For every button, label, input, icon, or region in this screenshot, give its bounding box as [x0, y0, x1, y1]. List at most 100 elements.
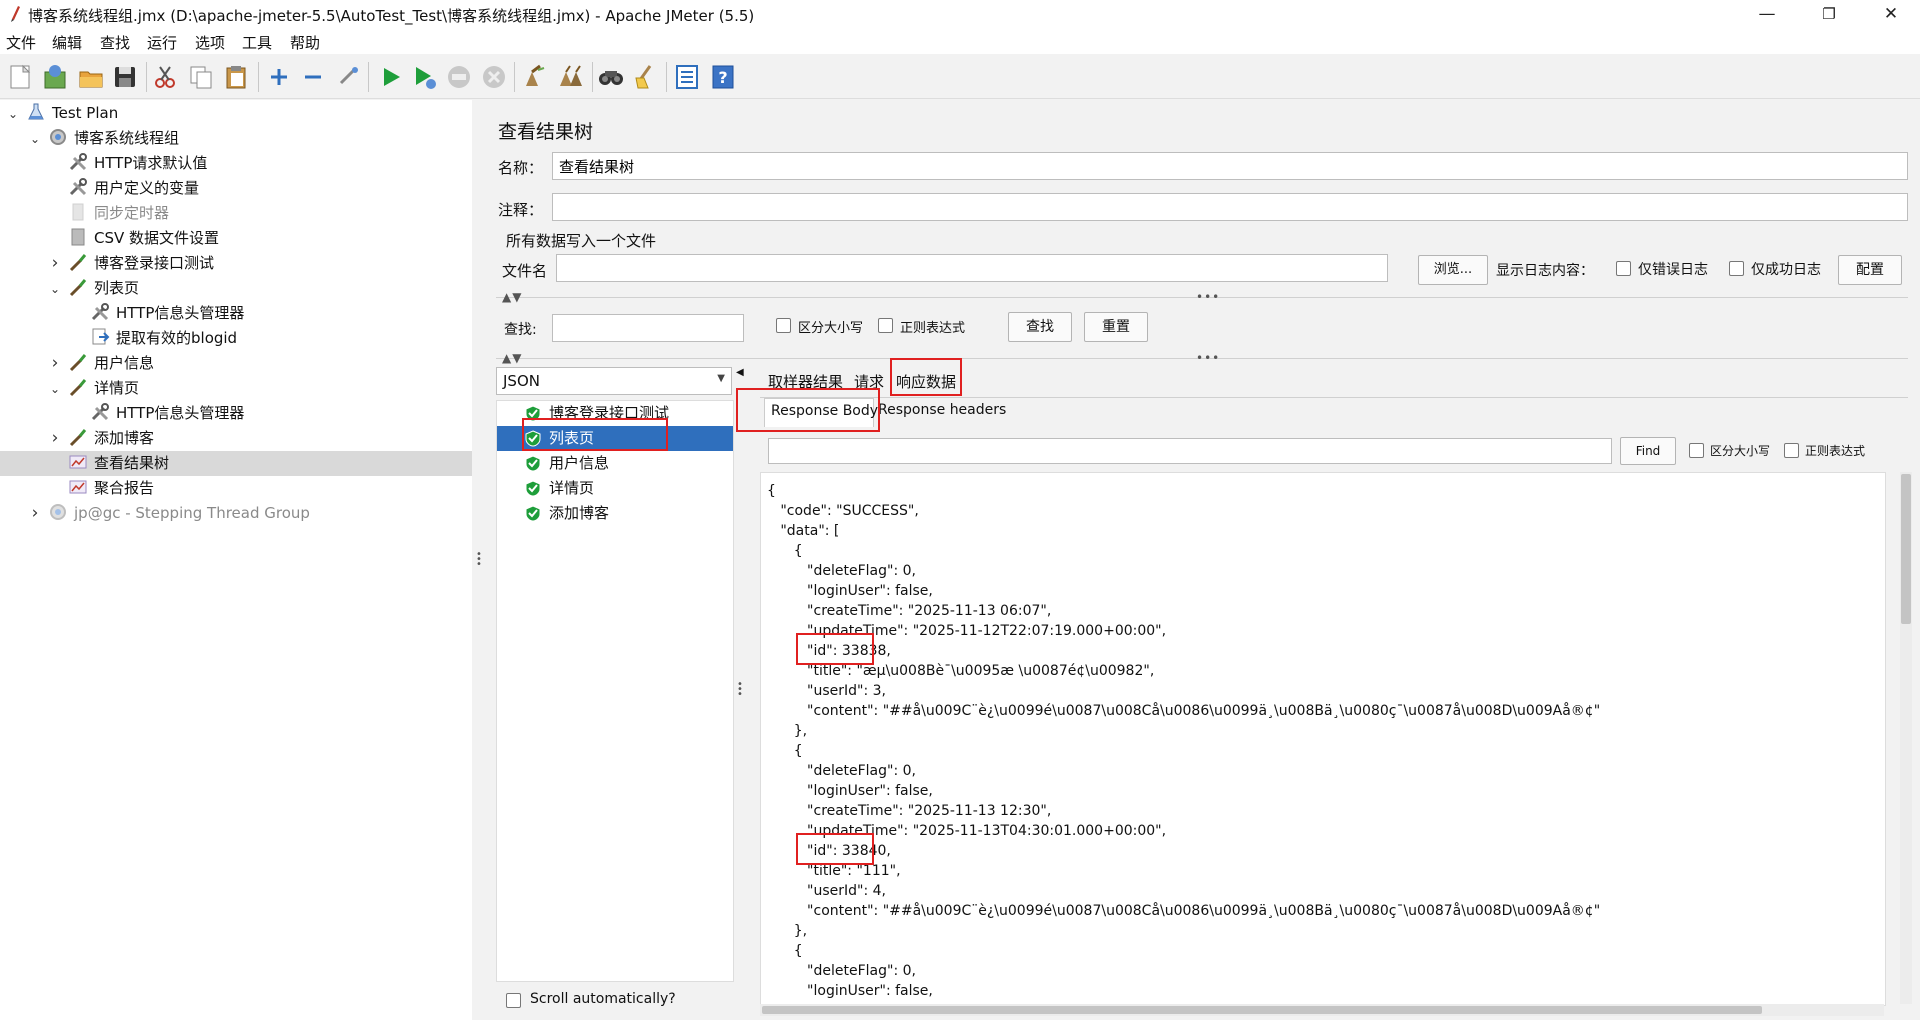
tree-node[interactable]: › 用户信息 [0, 351, 472, 376]
tree-node[interactable]: HTTP请求默认值 [0, 151, 472, 176]
chevron-right-icon[interactable]: › [48, 351, 62, 376]
tree-node-label: 博客登录接口测试 [94, 254, 215, 272]
tab-sampler-result[interactable]: 取样器结果 [768, 371, 843, 392]
errors-only-checkbox[interactable] [1616, 261, 1631, 276]
collapse-arrows-icon[interactable]: ▲▼ [502, 290, 522, 304]
subtab-response-headers[interactable]: Response headers [878, 402, 1006, 418]
collapse-arrows-icon-2[interactable]: ▲▼ [502, 351, 522, 365]
regex-checkbox[interactable] [878, 318, 893, 333]
menu-help[interactable]: 帮助 [290, 32, 320, 53]
tree-node-label: 用户信息 [94, 354, 155, 372]
clear-all-icon[interactable] [556, 62, 586, 92]
app-icon [8, 5, 22, 23]
chevron-right-icon[interactable]: › [28, 501, 42, 526]
response-case-checkbox[interactable] [1689, 443, 1704, 458]
menu-edit[interactable]: 编辑 [52, 32, 82, 53]
tree-node[interactable]: 用户定义的变量 [0, 176, 472, 201]
filename-field[interactable] [556, 254, 1388, 282]
chevron-down-icon[interactable]: ⌄ [6, 102, 20, 127]
response-vertical-scrollbar[interactable] [1900, 472, 1912, 1004]
comment-field[interactable] [552, 193, 1908, 221]
name-field[interactable] [552, 152, 1908, 180]
configure-button[interactable]: 配置 [1838, 255, 1902, 285]
horizontal-scroll-thumb[interactable] [762, 1006, 1762, 1014]
vertical-scroll-thumb[interactable] [1901, 474, 1911, 624]
toggle-icon[interactable] [333, 62, 363, 92]
menu-tools[interactable]: 工具 [242, 32, 272, 53]
title-bar: 博客系统线程组.jmx (D:\apache-jmeter-5.5\AutoTe… [0, 0, 1920, 28]
menu-options[interactable]: 选项 [195, 32, 225, 53]
save-icon[interactable] [110, 62, 140, 92]
tree-node[interactable]: ⌄ 详情页 [0, 376, 472, 401]
tree-node[interactable]: 同步定时器 [0, 201, 472, 226]
chevron-right-icon[interactable]: › [48, 251, 62, 276]
templates-icon[interactable] [40, 62, 70, 92]
menu-search[interactable]: 查找 [100, 32, 130, 53]
expand-icon[interactable] [264, 62, 294, 92]
search-field[interactable] [552, 314, 744, 342]
new-icon[interactable] [5, 62, 35, 92]
tree-node[interactable]: 提取有效的blogid [0, 326, 472, 351]
cut-icon[interactable] [150, 62, 180, 92]
close-button[interactable]: ✕ [1868, 0, 1914, 28]
collapse-left-icon[interactable]: ◀ [736, 367, 744, 378]
subtab-response-body[interactable]: Response Body [764, 398, 878, 427]
tree-node[interactable]: HTTP信息头管理器 [0, 401, 472, 426]
collapse-icon[interactable] [298, 62, 328, 92]
restore-button[interactable]: ❐ [1806, 0, 1852, 28]
find-button[interactable]: 查找 [1008, 312, 1072, 342]
start-icon[interactable] [376, 62, 406, 92]
chevron-down-icon[interactable]: ⌄ [28, 127, 42, 152]
tree-node[interactable]: › jp@gc - Stepping Thread Group [0, 501, 472, 526]
vertical-splitter[interactable]: • • • [472, 100, 484, 1020]
tree-node[interactable]: CSV 数据文件设置 [0, 226, 472, 251]
tab-request[interactable]: 请求 [854, 371, 884, 392]
success-only-checkbox[interactable] [1729, 261, 1744, 276]
reset-search-icon[interactable] [630, 62, 660, 92]
tree-node[interactable]: 聚合报告 [0, 476, 472, 501]
chevron-right-icon[interactable]: › [48, 426, 62, 451]
tree-node[interactable]: 查看结果树 [0, 451, 472, 476]
chevron-down-icon[interactable]: ⌄ [48, 277, 62, 302]
paste-icon[interactable] [222, 62, 252, 92]
menu-run[interactable]: 运行 [147, 32, 177, 53]
result-item[interactable]: 添加博客 [497, 501, 733, 526]
search-icon[interactable] [596, 62, 626, 92]
tree-node[interactable]: ⌄ Test Plan [0, 101, 472, 126]
chevron-down-icon[interactable]: ⌄ [48, 377, 62, 402]
tree-node[interactable]: › 博客登录接口测试 [0, 251, 472, 276]
response-search-field[interactable] [768, 438, 1612, 464]
tree-node[interactable]: › 添加博客 [0, 426, 472, 451]
splitter-dots-icon[interactable]: ••• [1196, 290, 1220, 304]
start-no-pause-icon[interactable] [410, 62, 440, 92]
result-item[interactable]: 博客登录接口测试 [497, 401, 733, 426]
tree-node[interactable]: HTTP信息头管理器 [0, 301, 472, 326]
minimize-button[interactable]: — [1744, 0, 1790, 28]
function-helper-icon[interactable] [672, 62, 702, 92]
tree-node[interactable]: ⌄ 博客系统线程组 [0, 126, 472, 151]
splitter-dots-icon-2[interactable]: ••• [1196, 351, 1220, 365]
flask-icon [26, 102, 46, 122]
tree-node[interactable]: ⌄ 列表页 [0, 276, 472, 301]
reset-button[interactable]: 重置 [1084, 312, 1148, 342]
tab-response-data[interactable]: 响应数据 [896, 371, 956, 392]
open-icon[interactable] [76, 62, 106, 92]
browse-button[interactable]: 浏览... [1418, 255, 1488, 285]
result-item[interactable]: 详情页 [497, 476, 733, 501]
result-item[interactable]: 列表页 [497, 426, 733, 451]
case-sensitive-checkbox[interactable] [776, 318, 791, 333]
clear-icon[interactable] [520, 62, 550, 92]
help-icon[interactable]: ? [708, 62, 738, 92]
response-body-view[interactable]: { "code": "SUCCESS", "data": [ { "delete… [760, 472, 1886, 1006]
scroll-auto-checkbox[interactable] [506, 993, 521, 1008]
inner-splitter[interactable]: ◀ • • • [734, 367, 746, 1007]
menu-file[interactable]: 文件 [6, 32, 36, 53]
stop-icon[interactable] [444, 62, 474, 92]
result-item[interactable]: 用户信息 [497, 451, 733, 476]
response-regex-checkbox[interactable] [1784, 443, 1799, 458]
renderer-select[interactable]: JSON ▼ [496, 367, 732, 395]
response-horizontal-scrollbar[interactable] [760, 1004, 1884, 1016]
shutdown-icon[interactable] [479, 62, 509, 92]
copy-icon[interactable] [186, 62, 216, 92]
response-find-button[interactable]: Find [1620, 437, 1676, 465]
